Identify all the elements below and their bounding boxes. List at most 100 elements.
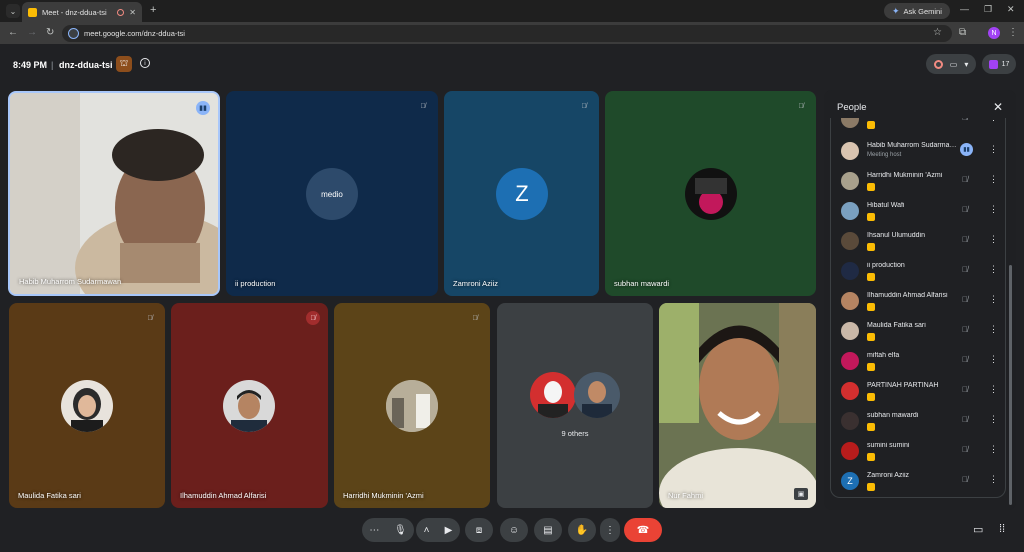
activities-icon[interactable]: ⁞⁞	[999, 523, 1005, 535]
camera-icon[interactable]: ▶	[445, 525, 453, 536]
more-options-icon[interactable]: ⋮	[989, 264, 998, 275]
emoji-reactions-button[interactable]: ☺	[500, 518, 528, 542]
participant-avatar	[841, 118, 859, 128]
new-tab-icon[interactable]: +	[150, 4, 156, 16]
participant-list-item[interactable]: Ilhamuddin Ahmad Alfarisi 🎙̸ ⋮	[831, 286, 1005, 316]
participant-tile[interactable]: ▮▮ Habib Muharrom Sudarmawan	[8, 91, 220, 296]
present-screen-button[interactable]: ⧈	[465, 518, 493, 542]
browser-menu-icon[interactable]: ⋮	[1008, 27, 1018, 38]
more-options-icon[interactable]: ⋮	[989, 324, 998, 335]
more-options-icon[interactable]: ⋮	[989, 204, 998, 215]
browser-tab[interactable]: Meet - dnz-ddua-tsi ✕	[22, 2, 142, 22]
forward-icon[interactable]: →	[27, 27, 37, 38]
ask-gemini-button[interactable]: ✦ Ask Gemini	[884, 3, 950, 19]
url-field[interactable]: meet.google.com/dnz-ddua-tsi	[62, 25, 952, 42]
participant-list-item[interactable]: Harridhi Mukminin 'Azmi 🎙̸ ⋮	[831, 166, 1005, 196]
participant-name: Zamroni Aziiz	[453, 279, 499, 288]
more-options-icon[interactable]: ⋮	[989, 144, 998, 155]
more-options-icon[interactable]: ⋮	[989, 354, 998, 365]
close-window-icon[interactable]: ✕	[1007, 4, 1015, 15]
participant-list-item[interactable]: PARTINAH PARTINAH 🎙̸ ⋮	[831, 376, 1005, 406]
profile-avatar[interactable]: N	[988, 27, 1000, 39]
participant-tile[interactable]: 🎙̸ subhan mawardi	[605, 91, 816, 296]
participant-tile[interactable]: 🎙̸ medio ii production	[226, 91, 438, 296]
meeting-info-icon[interactable]: i	[140, 58, 150, 68]
leave-call-button[interactable]: ☎	[624, 518, 662, 542]
participant-tile[interactable]: 🎙̸ Maulida Fatika sari	[9, 303, 165, 508]
extensions-icon[interactable]: ⧉	[959, 27, 966, 38]
meet-favicon-icon	[28, 7, 37, 17]
hand-badge-icon	[867, 453, 875, 461]
more-options-icon[interactable]: ⋮	[989, 384, 998, 395]
more-options-icon[interactable]: ⋮	[989, 234, 998, 245]
site-info-icon[interactable]	[68, 28, 79, 39]
participant-name: sumini sumini	[867, 442, 910, 449]
participant-list-item[interactable]: Z Zamroni Aziiz 🎙̸ ⋮	[831, 466, 1005, 496]
participants-button[interactable]: 17	[982, 54, 1016, 74]
mic-off-icon: 🎙̸	[798, 102, 804, 110]
tab-title: Meet - dnz-ddua-tsi	[42, 7, 107, 17]
speaking-indicator-icon: ▮▮	[196, 101, 210, 115]
close-tab-icon[interactable]: ✕	[129, 8, 136, 17]
browser-tab-bar: ⌄ Meet - dnz-ddua-tsi ✕ + ✦ Ask Gemini —…	[0, 0, 1024, 22]
bookmark-star-icon[interactable]: ☆	[933, 27, 942, 38]
recording-controls[interactable]: ▭ ▾	[926, 54, 976, 74]
participant-name: ii production	[235, 279, 276, 288]
reload-icon[interactable]: ↻	[46, 27, 54, 38]
captions-button[interactable]: ▤	[534, 518, 562, 542]
chat-icon[interactable]: ▭	[973, 523, 983, 536]
hand-badge-icon	[867, 423, 875, 431]
mic-off-icon: 🎙̸	[962, 295, 968, 304]
participant-avatar	[685, 168, 737, 220]
participant-list-item[interactable]: sumini sumini 🎙̸ ⋮	[831, 436, 1005, 466]
participant-tile[interactable]: Nur Fahmi ▣	[659, 303, 816, 508]
participant-avatar	[841, 232, 859, 250]
more-mic-options-icon[interactable]: ⋯	[369, 525, 379, 536]
mic-off-icon: 🎙̸	[962, 175, 968, 184]
participant-list-item[interactable]: ii production 🎙̸ ⋮	[831, 256, 1005, 286]
participant-tile[interactable]: 🎙̸ Z Zamroni Aziiz	[444, 91, 599, 296]
camera-off-icon: ▭	[949, 59, 958, 69]
microphone-icon[interactable]: 🎙	[394, 525, 407, 536]
participant-avatar	[574, 372, 620, 418]
participant-list-item[interactable]: miftah elfa 🎙̸ ⋮	[831, 346, 1005, 376]
mic-off-icon: 🎙̸	[962, 265, 968, 274]
participant-name: Maulida Fatika sari	[867, 322, 926, 329]
panel-scrollbar[interactable]	[1009, 265, 1012, 505]
participant-role: Meeting host	[867, 152, 902, 158]
restore-icon[interactable]: ❐	[984, 4, 992, 15]
participant-tile[interactable]: 🎙̸ Ilhamuddin Ahmad Alfarisi	[171, 303, 328, 508]
participant-avatar: medio	[306, 168, 358, 220]
mic-off-icon: 🎙̸	[962, 355, 968, 364]
others-tile[interactable]: 9 others	[497, 303, 653, 508]
mic-off-icon: 🎙̸	[581, 102, 587, 110]
participant-count: 17	[1001, 60, 1010, 68]
raise-hand-button[interactable]: ✋	[568, 518, 596, 542]
participant-avatar	[841, 442, 859, 460]
pip-icon[interactable]: ▣	[794, 488, 808, 500]
more-options-icon[interactable]: ⋮	[989, 174, 998, 185]
more-options-icon[interactable]: ⋮	[989, 118, 998, 123]
participant-list-item[interactable]: subhan mawardi 🎙̸ ⋮	[831, 406, 1005, 436]
hand-badge-icon	[867, 483, 875, 491]
participant-list-item[interactable]: Hibatul Wafi 🎙̸ ⋮	[831, 196, 1005, 226]
participant-name: Ihsanul Ulumuddin	[867, 232, 925, 239]
close-panel-icon[interactable]: ✕	[993, 100, 1003, 114]
more-options-button[interactable]: ⋮	[600, 518, 620, 542]
participant-list-item[interactable]: Ihsanul Ulumuddin 🎙̸ ⋮	[831, 226, 1005, 256]
minimize-icon[interactable]: —	[960, 4, 969, 14]
chevron-up-icon[interactable]: ˄	[424, 525, 430, 536]
host-controls-icon[interactable]: ⛫	[116, 56, 132, 72]
tab-search-icon[interactable]: ⌄	[6, 4, 20, 18]
more-options-icon[interactable]: ⋮	[989, 444, 998, 455]
participant-list-item[interactable]: Maulida Fatika sari 🎙̸ ⋮	[831, 316, 1005, 346]
participant-tile[interactable]: 🎙̸ Harridhi Mukminin 'Azmi	[334, 303, 490, 508]
more-options-icon[interactable]: ⋮	[989, 294, 998, 305]
more-options-icon[interactable]: ⋮	[989, 474, 998, 485]
more-options-icon[interactable]: ⋮	[989, 414, 998, 425]
mic-off-icon: 🎙̸	[962, 475, 968, 484]
hand-badge-icon	[867, 183, 875, 191]
hand-badge-icon	[867, 393, 875, 401]
back-icon[interactable]: ←	[8, 27, 18, 38]
participant-list-item[interactable]: Habib Muharrom Sudarmawan Meeting host ▮…	[831, 136, 1005, 166]
